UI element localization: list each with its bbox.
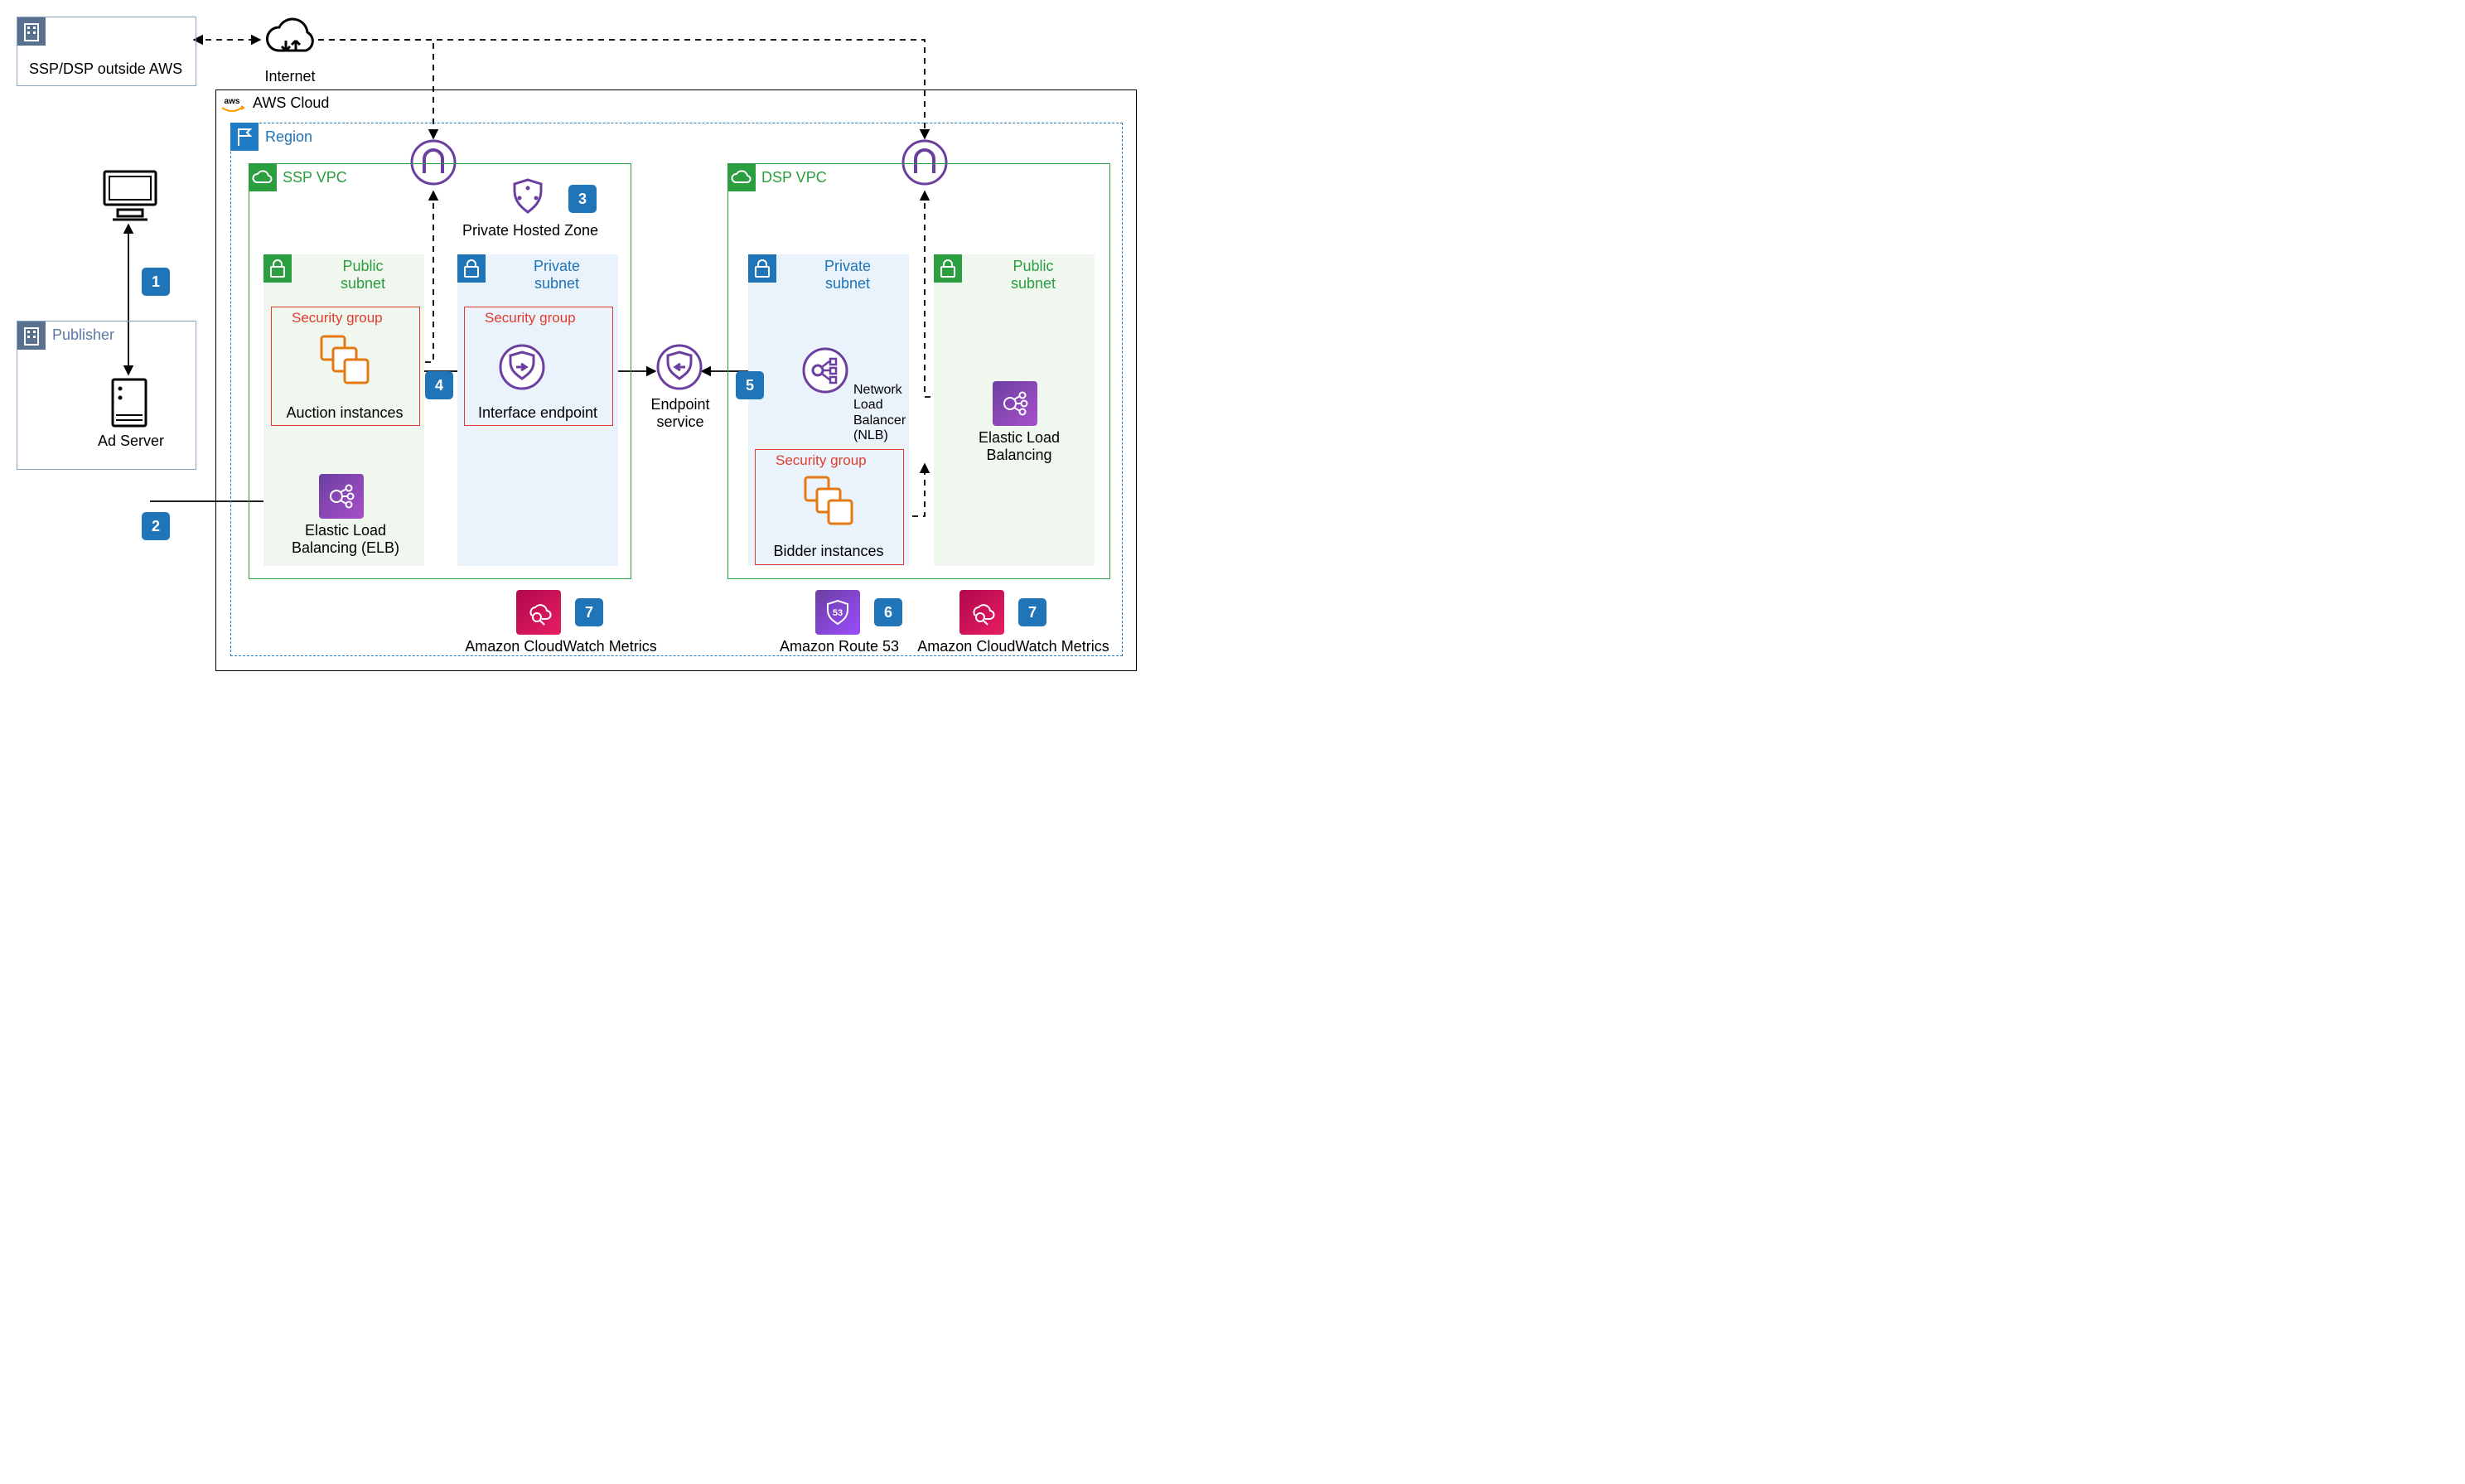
dsp-private-subnet-label: Private subnet bbox=[798, 258, 897, 292]
step-2-badge: 2 bbox=[142, 512, 170, 540]
ssp-dsp-outside-label: SSP/DSP outside AWS bbox=[29, 60, 182, 78]
lock-icon bbox=[934, 254, 962, 283]
interface-endpoint-icon bbox=[498, 343, 546, 391]
step-7-badge: 7 bbox=[575, 598, 603, 626]
ssp-sg1-label: Security group bbox=[292, 310, 383, 326]
interface-endpoint-label: Interface endpoint bbox=[462, 404, 613, 422]
ssp-dsp-outside-aws-box: SSP/DSP outside AWS bbox=[17, 17, 196, 86]
step-5-badge: 5 bbox=[736, 371, 764, 399]
cloudwatch-metrics-label-2: Amazon CloudWatch Metrics bbox=[910, 638, 1117, 655]
auction-instances-label: Auction instances bbox=[271, 404, 418, 422]
private-hosted-zone-icon bbox=[507, 176, 549, 220]
step-4-badge: 4 bbox=[425, 371, 453, 399]
lock-icon bbox=[263, 254, 292, 283]
lock-icon bbox=[457, 254, 486, 283]
cloudwatch-icon bbox=[516, 590, 561, 635]
aws-cloud-label: AWS Cloud bbox=[253, 94, 329, 112]
auction-instances-icon bbox=[317, 331, 371, 386]
vpc-cloud-icon bbox=[727, 163, 756, 191]
step-6-badge: 6 bbox=[874, 598, 902, 626]
elb-icon bbox=[319, 474, 364, 519]
endpoint-service-icon bbox=[655, 343, 703, 391]
dsp-public-subnet-label: Public subnet bbox=[984, 258, 1083, 292]
ssp-sg2-label: Security group bbox=[485, 310, 576, 326]
corporate-building-icon bbox=[17, 321, 46, 350]
step-7-badge-2: 7 bbox=[1018, 598, 1046, 626]
internet-icon bbox=[260, 14, 320, 65]
route53-label: Amazon Route 53 bbox=[761, 638, 918, 655]
nlb-icon bbox=[801, 346, 849, 394]
ad-server-label: Ad Server bbox=[81, 433, 181, 450]
dsp-sg-label: Security group bbox=[776, 452, 867, 469]
region-flag-icon bbox=[230, 123, 259, 151]
ssp-public-subnet-label: Public subnet bbox=[313, 258, 413, 292]
endpoint-service-label: Endpoint service bbox=[642, 396, 718, 431]
route53-icon bbox=[815, 590, 860, 635]
ssp-elb-label: Elastic Load Balancing (ELB) bbox=[283, 522, 408, 557]
aws-logo-icon: aws bbox=[215, 89, 248, 118]
corporate-building-icon bbox=[17, 17, 46, 46]
internet-label: Internet bbox=[249, 68, 331, 85]
ssp-private-subnet-label: Private subnet bbox=[507, 258, 607, 292]
lock-icon bbox=[748, 254, 776, 283]
region-label: Region bbox=[265, 128, 312, 146]
bidder-instances-label: Bidder instances bbox=[755, 543, 902, 560]
dsp-elb-label: Elastic Load Balancing bbox=[961, 429, 1077, 464]
svg-text:aws: aws bbox=[225, 97, 240, 106]
dsp-vpc-label: DSP VPC bbox=[761, 169, 827, 186]
desktop-icon bbox=[98, 167, 162, 222]
step-1-badge: 1 bbox=[142, 268, 170, 296]
private-hosted-zone-label: Private Hosted Zone bbox=[460, 222, 601, 239]
vpc-cloud-icon bbox=[249, 163, 277, 191]
ssp-vpc-label: SSP VPC bbox=[283, 169, 347, 186]
nlb-label: Network Load Balancer (NLB) bbox=[853, 383, 916, 444]
publisher-label: Publisher bbox=[52, 326, 114, 344]
bidder-instances-icon bbox=[800, 472, 855, 527]
elb-icon bbox=[993, 381, 1037, 426]
ad-server-icon bbox=[109, 377, 149, 428]
cloudwatch-icon bbox=[959, 590, 1004, 635]
step-3-badge: 3 bbox=[568, 185, 597, 213]
cloudwatch-metrics-label-1: Amazon CloudWatch Metrics bbox=[457, 638, 665, 655]
